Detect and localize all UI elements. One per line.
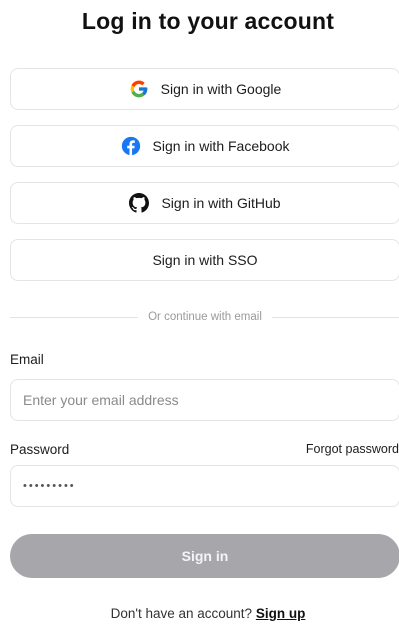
email-divider: Or continue with email: [10, 308, 399, 326]
email-label: Email: [10, 352, 44, 367]
github-signin-label: Sign in with GitHub: [161, 195, 281, 211]
password-label: Password: [10, 442, 70, 457]
github-icon: [129, 193, 150, 213]
forgot-password-link[interactable]: Forgot password: [306, 442, 399, 456]
google-icon: [129, 79, 149, 99]
divider-text: Or continue with email: [148, 311, 262, 323]
email-field[interactable]: [10, 379, 399, 421]
google-signin-button[interactable]: Sign in with Google: [10, 68, 399, 110]
page-title: Log in to your account: [81, 8, 335, 34]
sign-in-button[interactable]: Sign in: [10, 534, 399, 578]
github-signin-button[interactable]: Sign in with GitHub: [10, 182, 399, 224]
sso-signin-button[interactable]: Sign in with SSO: [10, 239, 399, 281]
divider-line-left: [10, 316, 139, 318]
google-signin-label: Sign in with Google: [160, 81, 282, 97]
facebook-icon: [121, 136, 141, 156]
password-field[interactable]: [10, 465, 399, 507]
facebook-signin-button[interactable]: Sign in with Facebook: [10, 125, 399, 167]
divider-line-right: [271, 316, 399, 318]
signup-prompt: Don't have an account?: [110, 606, 253, 621]
signup-row: Don't have an account? Sign up: [0, 606, 399, 621]
sso-signin-label: Sign in with SSO: [152, 252, 258, 268]
facebook-signin-label: Sign in with Facebook: [152, 138, 290, 154]
sign-up-link[interactable]: Sign up: [256, 606, 306, 621]
